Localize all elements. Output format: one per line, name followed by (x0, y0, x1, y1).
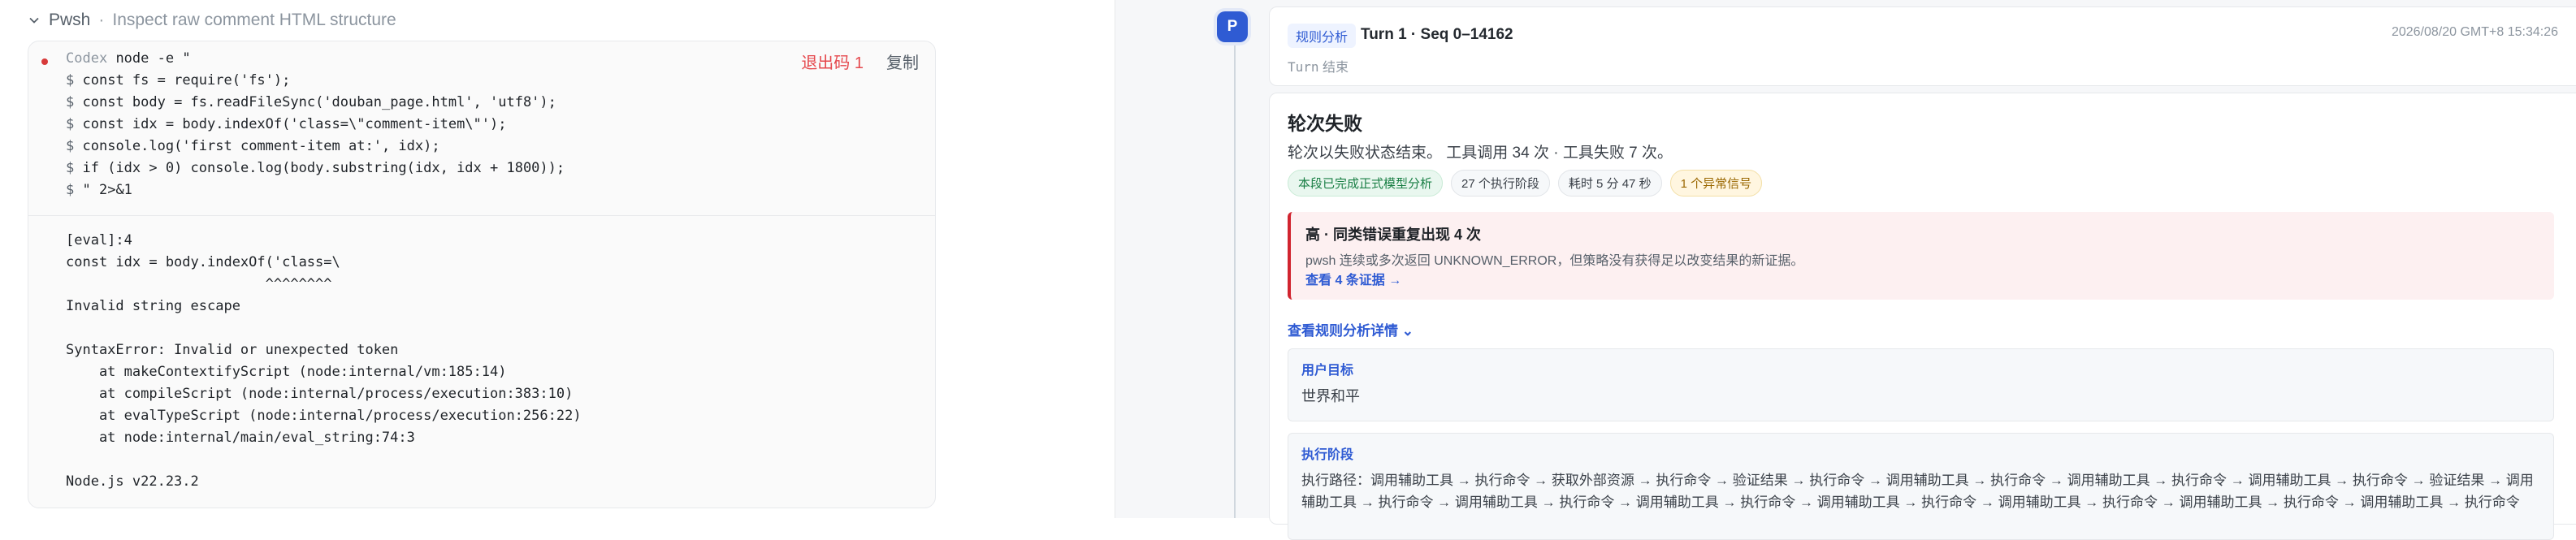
command-header[interactable]: Pwsh · Inspect raw comment HTML structur… (28, 8, 396, 32)
turn-timestamp: 2026/08/20 GMT+8 15:34:26 (2391, 25, 2558, 39)
view-evidence-link[interactable]: 查看 4 条证据 → (1305, 269, 1401, 288)
chevron-down-icon[interactable] (28, 14, 41, 27)
chip-anomaly: 1 个异常信号 (1669, 170, 1763, 197)
terminal-card: Codex node -e " $ const fs = require('fs… (28, 41, 936, 508)
turn-status-value: 结束 (1322, 61, 1349, 75)
timeline-line (1234, 39, 1236, 518)
turn-status: Turn 结束 (1288, 56, 1349, 76)
prompt-symbol: $ (66, 182, 75, 198)
copy-button[interactable]: 复制 (886, 50, 919, 73)
command-text: " 2>&1 (82, 182, 132, 198)
codex-prefix: Codex (66, 50, 108, 67)
command-line: $ console.log('first comment-item at:', … (66, 136, 440, 158)
alert-title: 高 · 同类错误重复出现 4 次 (1305, 227, 1482, 243)
turn-title: Turn 1 · Seq 0–14162 (1361, 26, 1513, 43)
error-status-dot (41, 58, 48, 65)
command-pane: Pwsh · Inspect raw comment HTML structur… (0, 0, 1115, 518)
command-block: Codex node -e " $ const fs = require('fs… (28, 41, 935, 216)
prompt-symbol: $ (66, 94, 75, 110)
turn-status-key: Turn (1288, 59, 1319, 75)
tool-name: Pwsh (49, 11, 91, 29)
command-line: $ const body = fs.readFileSync('douban_p… (66, 92, 556, 114)
user-goal-label: 用户目标 (1301, 364, 1354, 378)
execution-path: 执行路径：调用辅助工具 → 执行命令 → 获取外部资源 → 执行命令 → 验证结… (1301, 473, 2534, 510)
prompt-symbol: $ (66, 138, 75, 154)
command-text: const body = fs.readFileSync('douban_pag… (82, 94, 556, 110)
command-line: $ " 2>&1 (66, 179, 132, 201)
command-description: Inspect raw comment HTML structure (112, 11, 396, 29)
command-text: node -e " (115, 50, 191, 67)
command-line: Codex node -e " (66, 48, 191, 70)
prompt-symbol: $ (66, 160, 75, 176)
error-alert: 高 · 同类错误重复出现 4 次 pwsh 连续或多次返回 UNKNOWN_ER… (1288, 212, 2554, 300)
alert-body: pwsh 连续或多次返回 UNKNOWN_ERROR，但策略没有获得足以改变结果… (1305, 254, 1804, 268)
rule-details-link[interactable]: 查看规则分析详情 ⌄ (1288, 319, 1414, 339)
analysis-title: 轮次失败 (1288, 113, 1362, 134)
prompt-symbol: $ (66, 72, 75, 89)
command-text: const idx = body.indexOf('class=\"commen… (82, 116, 507, 132)
chip-duration: 耗时 5 分 47 秒 (1557, 170, 1662, 197)
analysis-summary: 轮次以失败状态结束。 工具调用 34 次 · 工具失败 7 次。 (1288, 145, 1673, 162)
command-output: [eval]:4 const idx = body.indexOf('class… (66, 232, 582, 490)
turn-header-card: 规则分析 Turn 1 · Seq 0–14162 2026/08/20 GMT… (1269, 6, 2576, 86)
chip-model-analysis: 本段已完成正式模型分析 (1288, 170, 1444, 197)
command-line: $ const idx = body.indexOf('class=\"comm… (66, 114, 506, 136)
command-line: $ const fs = require('fs'); (66, 70, 290, 92)
user-goal-box: 用户目标 世界和平 (1288, 348, 2554, 421)
execution-phase-box: 执行阶段 执行路径：调用辅助工具 → 执行命令 → 获取外部资源 → 执行命令 … (1288, 433, 2554, 540)
analysis-chips: 本段已完成正式模型分析 27 个执行阶段 耗时 5 分 47 秒 1 个异常信号 (1288, 170, 1763, 197)
chip-phase-count: 27 个执行阶段 (1451, 170, 1550, 197)
execution-phase-label: 执行阶段 (1301, 448, 1354, 462)
analysis-card: 轮次失败 轮次以失败状态结束。 工具调用 34 次 · 工具失败 7 次。 本段… (1269, 93, 2576, 540)
command-line: $ if (idx > 0) console.log(body.substrin… (66, 158, 565, 179)
command-text: console.log('first comment-item at:', id… (82, 138, 440, 154)
user-goal-value: 世界和平 (1301, 388, 1360, 404)
header-separator: · (98, 11, 105, 29)
exit-code-badge: 退出码 1 (801, 54, 864, 72)
avatar: P (1217, 11, 1248, 42)
prompt-symbol: $ (66, 116, 75, 132)
rule-analysis-badge: 规则分析 (1288, 24, 1357, 48)
command-text: if (idx > 0) console.log(body.substring(… (82, 160, 565, 176)
command-text: const fs = require('fs'); (82, 72, 291, 89)
